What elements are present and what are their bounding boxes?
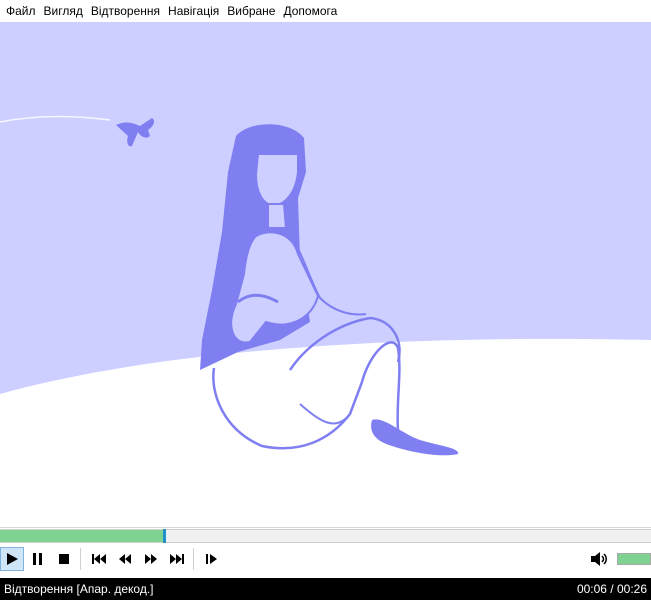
speaker-icon (591, 552, 607, 566)
menu-help[interactable]: Допомога (279, 0, 341, 22)
stop-icon (59, 554, 69, 564)
seek-handle[interactable] (163, 529, 166, 543)
seek-track[interactable] (0, 529, 651, 543)
skip-previous-icon (92, 554, 106, 564)
toolbar-separator (193, 548, 194, 570)
mute-button[interactable] (587, 547, 611, 571)
fast-forward-button[interactable] (139, 547, 163, 571)
video-frame (0, 22, 651, 526)
figure-neck (267, 203, 288, 229)
pause-icon (33, 553, 42, 565)
rewind-icon (119, 554, 131, 564)
play-icon (7, 553, 18, 565)
next-button[interactable] (165, 547, 189, 571)
menu-view[interactable]: Вигляд (40, 0, 87, 22)
playback-controls (0, 543, 651, 575)
volume-slider[interactable] (617, 553, 651, 565)
seek-bar[interactable] (0, 527, 651, 543)
stop-button[interactable] (52, 547, 76, 571)
menu-bar: Файл Вигляд Відтворення Навігація Вибран… (0, 0, 651, 22)
time-display: 00:06 / 00:26 (576, 582, 647, 596)
status-bar: Відтворення [Апар. декод.] 00:06 / 00:26 (0, 578, 651, 600)
status-text: Відтворення [Апар. декод.] (4, 582, 154, 596)
frame-step-button[interactable] (200, 547, 224, 571)
video-area[interactable] (0, 22, 651, 526)
seek-progress-fill (0, 530, 163, 542)
menu-file[interactable]: Файл (2, 0, 40, 22)
menu-navigation[interactable]: Навігація (164, 0, 223, 22)
toolbar-separator (80, 548, 81, 570)
fast-forward-icon (145, 554, 157, 564)
media-player-window: Файл Вигляд Відтворення Навігація Вибран… (0, 0, 651, 600)
previous-button[interactable] (87, 547, 111, 571)
play-button[interactable] (0, 547, 24, 571)
menu-playback[interactable]: Відтворення (87, 0, 164, 22)
skip-next-icon (170, 554, 184, 564)
rewind-button[interactable] (113, 547, 137, 571)
volume-level-fill (618, 554, 650, 564)
volume-area (585, 543, 651, 575)
menu-favorites[interactable]: Вибране (223, 0, 279, 22)
frame-step-icon (206, 554, 217, 564)
pause-button[interactable] (26, 547, 50, 571)
